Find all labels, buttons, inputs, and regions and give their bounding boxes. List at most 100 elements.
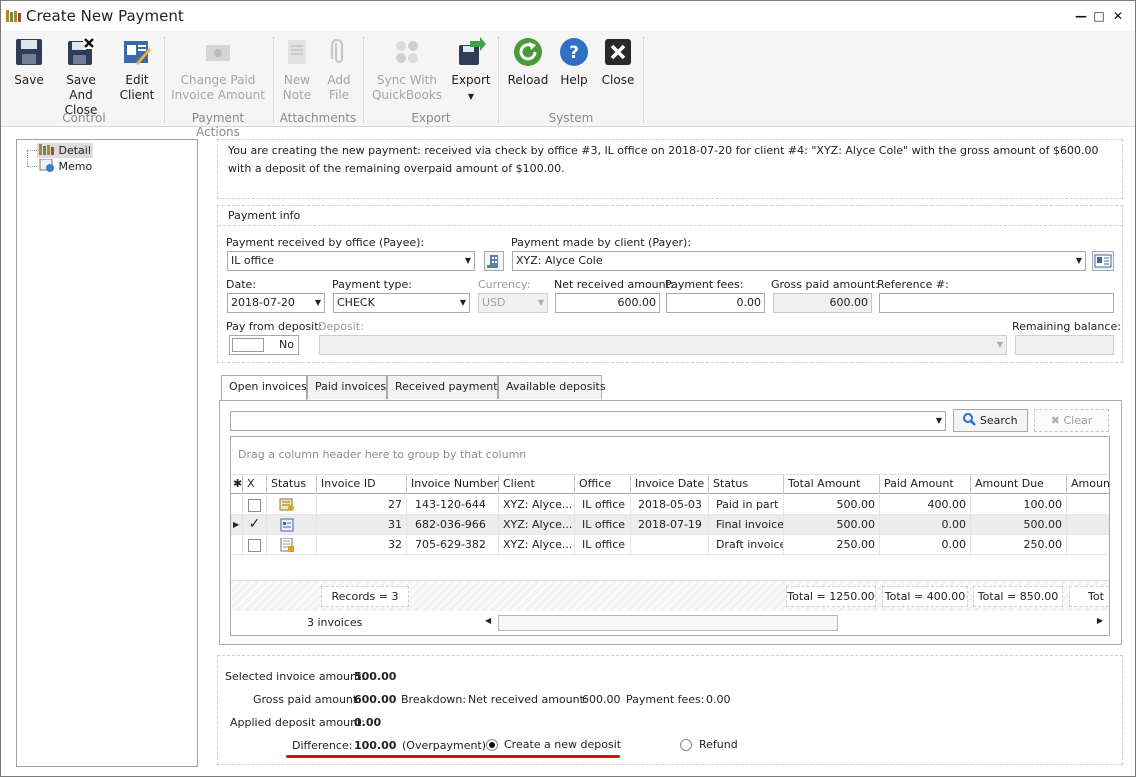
net-received-summary-value: 600.00 — [582, 693, 621, 706]
payment-type-select[interactable]: CHECK ▼ — [333, 293, 470, 313]
col-invoice-id[interactable]: Invoice ID — [317, 475, 407, 494]
col-invoice-number[interactable]: Invoice Number — [407, 475, 499, 494]
date-label: Date: — [226, 278, 256, 291]
client-card-button[interactable] — [1092, 251, 1114, 271]
paperclip-icon — [330, 38, 344, 64]
selected-amount-label: Selected invoice amount: — [225, 670, 365, 683]
memo-icon — [39, 158, 54, 172]
grid-footer: Records = 3 Total = 1250.00 Total = 400.… — [231, 580, 1109, 611]
title-bar: Create New Payment — □ ✕ — [1, 1, 1135, 31]
edit-client-icon — [124, 41, 151, 65]
pay-from-deposit-toggle[interactable]: No — [229, 335, 299, 355]
col-amount[interactable]: Amount — [1067, 475, 1109, 494]
col-total-amount[interactable]: Total Amount — [784, 475, 880, 494]
gross-paid-summary-label: Gross paid amount: — [253, 693, 361, 706]
table-row[interactable]: 32 705-629-382 XYZ: Alyce... IL office D… — [231, 535, 1109, 555]
table-row[interactable]: 27 143-120-644 XYZ: Alyce... IL office 2… — [231, 495, 1109, 515]
save-button[interactable]: Save — [9, 37, 49, 88]
row-checkbox[interactable] — [248, 499, 261, 512]
restore-button[interactable]: □ — [1090, 7, 1108, 25]
navigation-tree: Detail Memo — [16, 139, 198, 767]
col-amount-due[interactable]: Amount Due — [971, 475, 1067, 494]
col-paid-amount[interactable]: Paid Amount — [880, 475, 971, 494]
tab-open-invoices[interactable]: Open invoices — [221, 375, 307, 400]
deposit-label: Deposit: — [318, 320, 364, 333]
ribbon-toolbar: Save Save And Close Edit Client Change P… — [1, 31, 1135, 139]
add-file-button[interactable]: Add File — [321, 37, 357, 103]
client-label: Payment made by client (Payer): — [511, 236, 692, 249]
tree-item-memo[interactable]: Memo — [37, 158, 94, 174]
highlight-underline — [286, 755, 620, 758]
table-row[interactable]: ▶ ✓ 31 682-036-966 XYZ: Alyce... IL offi… — [231, 515, 1109, 535]
office-details-button[interactable] — [484, 251, 504, 271]
detail-icon — [39, 144, 54, 155]
grid-status-bar: 3 invoices ◀ ▶ — [231, 611, 1109, 635]
create-deposit-radio[interactable] — [486, 739, 498, 751]
records-count: Records = 3 — [321, 586, 409, 607]
group-payment-actions: Payment Actions — [191, 111, 245, 139]
search-button[interactable]: Search — [953, 409, 1028, 432]
info-message: You are creating the new payment: receiv… — [228, 144, 1099, 175]
group-system: System — [548, 111, 594, 125]
open-invoices-panel: ▼ Search ✖ Clear Drag a column header he… — [219, 400, 1122, 645]
tab-paid-invoices[interactable]: Paid invoices — [307, 375, 387, 399]
date-picker[interactable]: 2018-07-20 ▼ — [227, 293, 325, 313]
row-checkbox[interactable]: ✓ — [248, 517, 261, 532]
row-checkbox[interactable] — [248, 539, 261, 552]
close-icon — [605, 39, 631, 65]
group-control: Control — [62, 111, 106, 125]
partial-invoice-icon — [279, 498, 294, 511]
scroll-left-icon[interactable]: ◀ — [485, 616, 491, 625]
currency-select[interactable]: USD ▼ — [478, 293, 548, 313]
tab-available-deposits[interactable]: Available deposits — [498, 375, 606, 399]
difference-label: Difference: — [292, 739, 353, 752]
breakdown-label: Breakdown: — [401, 693, 467, 706]
client-select[interactable]: XYZ: Alyce Cole ▼ — [512, 251, 1086, 271]
reload-button[interactable]: Reload — [506, 37, 550, 88]
payment-fees-input[interactable]: 0.00 — [666, 293, 765, 313]
export-button[interactable]: Export ▼ — [449, 37, 493, 104]
close-button[interactable]: Close — [600, 37, 636, 88]
new-note-button[interactable]: New Note — [279, 37, 315, 103]
invoice-count: 3 invoices — [307, 616, 363, 629]
difference-value: 100.00 — [354, 739, 397, 752]
col-x[interactable]: X — [243, 475, 267, 494]
deposit-select[interactable]: ▼ — [319, 335, 1007, 355]
sync-quickbooks-button[interactable]: Sync With QuickBooks — [371, 37, 443, 103]
horizontal-scrollbar[interactable] — [498, 615, 838, 631]
create-deposit-label[interactable]: Create a new deposit — [504, 738, 621, 751]
close-window-button[interactable]: ✕ — [1109, 7, 1127, 25]
col-client[interactable]: Client — [499, 475, 575, 494]
invoice-filter-input[interactable]: ▼ — [230, 411, 946, 431]
applied-deposit-value: 0.00 — [354, 716, 382, 729]
office-select[interactable]: IL office ▼ — [227, 251, 475, 271]
minimize-button[interactable]: — — [1072, 7, 1090, 25]
scroll-right-icon[interactable]: ▶ — [1097, 616, 1103, 625]
net-received-input[interactable]: 600.00 — [555, 293, 660, 313]
clear-button[interactable]: ✖ Clear — [1034, 409, 1109, 432]
chevron-down-icon: ▼ — [314, 298, 321, 307]
help-button[interactable]: ? Help — [556, 37, 592, 88]
edit-client-button[interactable]: Edit Client — [114, 37, 160, 103]
chevron-down-icon: ▼ — [1075, 256, 1082, 265]
col-invoice-date[interactable]: Invoice Date — [631, 475, 709, 494]
reference-input[interactable] — [879, 293, 1114, 313]
remaining-balance-input — [1015, 335, 1114, 355]
tab-received-payments[interactable]: Received payments — [387, 375, 503, 399]
change-paid-invoice-amount-button[interactable]: Change Paid Invoice Amount — [171, 37, 265, 103]
col-status[interactable]: Status — [709, 475, 784, 494]
col-office[interactable]: Office — [575, 475, 631, 494]
currency-label: Currency: — [478, 278, 531, 291]
col-status-icon[interactable]: Status — [267, 475, 317, 494]
tree-item-detail[interactable]: Detail — [37, 143, 93, 158]
save-and-close-button[interactable]: Save And Close — [53, 37, 109, 118]
refund-radio[interactable] — [680, 739, 692, 751]
chevron-down-icon: ▼ — [467, 92, 475, 101]
refund-label[interactable]: Refund — [699, 738, 738, 751]
clear-icon: ✖ — [1050, 414, 1060, 427]
gross-paid-input: 600.00 — [773, 293, 872, 313]
group-by-hint: Drag a column header here to group by th… — [231, 437, 1109, 475]
chevron-down-icon: ▼ — [996, 340, 1003, 349]
payment-fees-summary-value: 0.00 — [706, 693, 731, 706]
difference-note: (Overpayment) — [402, 739, 487, 752]
